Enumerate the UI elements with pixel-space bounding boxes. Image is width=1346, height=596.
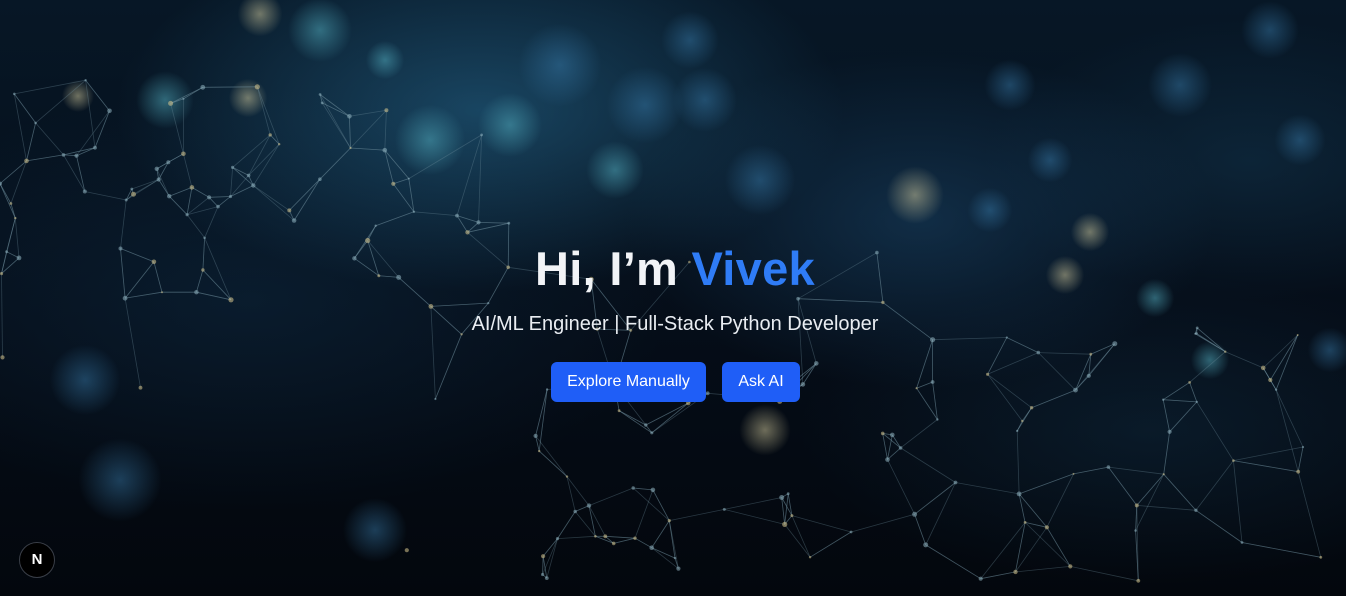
dev-indicator-label: N [31, 551, 43, 568]
hero-subtitle: AI/ML Engineer | Full-Stack Python Devel… [471, 313, 879, 335]
ask-ai-button[interactable]: Ask AI [722, 362, 800, 402]
next-logo-icon[interactable]: N [19, 542, 55, 578]
explore-manually-button[interactable]: Explore Manually [551, 362, 706, 402]
name-highlight: Vivek [691, 242, 815, 295]
greeting-text: Hi, I’m [535, 242, 692, 295]
hero-section: Hi, I’m Vivek AI/ML Engineer | Full-Stac… [0, 0, 1346, 596]
hero-heading: Hi, I’m Vivek [0, 240, 1346, 298]
hero-content: Hi, I’m Vivek AI/ML Engineer | Full-Stac… [0, 0, 1346, 596]
